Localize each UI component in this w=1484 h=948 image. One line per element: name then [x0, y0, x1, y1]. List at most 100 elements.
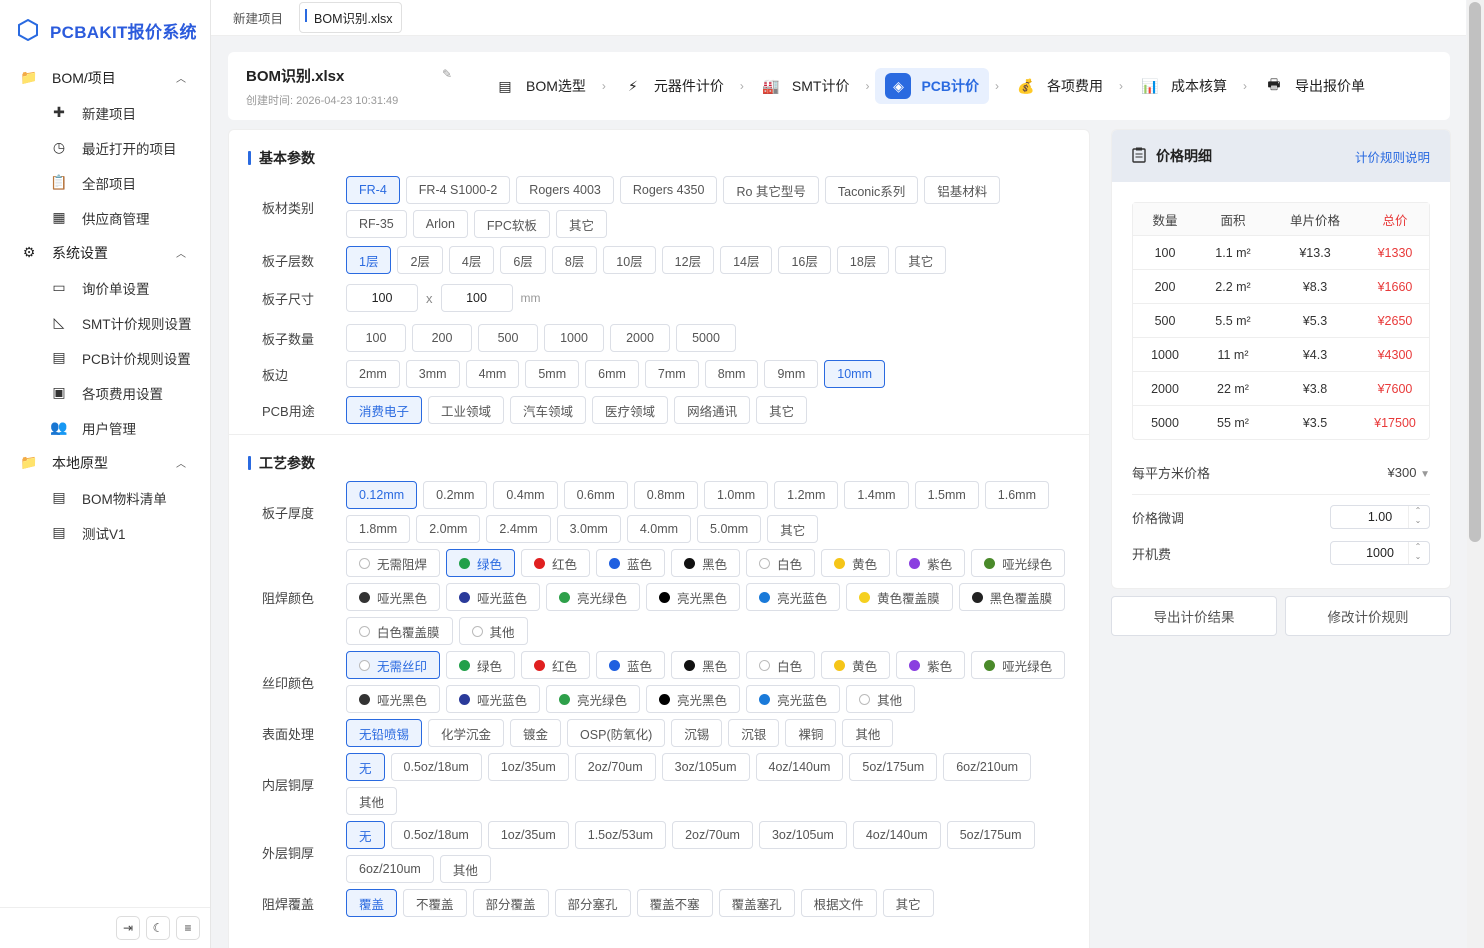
sidebar-item[interactable]: 📋 全部项目: [0, 165, 210, 200]
option-button[interactable]: 0.6mm: [563, 481, 628, 509]
option-button[interactable]: 6oz/210um: [943, 753, 1032, 781]
option-button[interactable]: 7mm: [644, 360, 699, 388]
option-button[interactable]: 部分覆盖: [472, 889, 549, 917]
color-option[interactable]: 哑光黑色: [346, 583, 441, 611]
width-input[interactable]: 100: [346, 284, 418, 312]
option-button[interactable]: 1000: [544, 324, 604, 352]
color-option[interactable]: 蓝色: [596, 651, 666, 679]
tab-bom-file[interactable]: BOM识别.xlsx: [299, 2, 402, 33]
option-button[interactable]: 1.5oz/53um: [574, 821, 667, 849]
color-option[interactable]: 哑光蓝色: [446, 685, 541, 713]
option-button[interactable]: FR-4: [346, 176, 400, 204]
option-button[interactable]: 0.8mm: [633, 481, 698, 509]
moon-icon[interactable]: ☾: [146, 916, 170, 940]
per-sqm-select[interactable]: ¥300 ▼: [1388, 465, 1430, 480]
sidebar-item[interactable]: ◺ SMT计价规则设置: [0, 305, 210, 340]
option-button[interactable]: 无: [346, 753, 385, 781]
option-button[interactable]: 其它: [555, 210, 607, 238]
option-button[interactable]: 6oz/210um: [346, 855, 434, 883]
option-button[interactable]: 3mm: [405, 360, 460, 388]
option-button[interactable]: 2.0mm: [416, 515, 481, 543]
color-option[interactable]: 白色覆盖膜: [346, 617, 453, 645]
sidebar-group[interactable]: ⚙ 系统设置 ︿: [0, 235, 210, 270]
option-button[interactable]: 3.0mm: [556, 515, 621, 543]
option-button[interactable]: 1.5mm: [914, 481, 979, 509]
option-button[interactable]: 4oz/140um: [852, 821, 941, 849]
option-button[interactable]: 500: [478, 324, 538, 352]
option-button[interactable]: 5000: [676, 324, 736, 352]
option-button[interactable]: RF-35: [346, 210, 407, 238]
option-button[interactable]: 0.12mm: [346, 481, 418, 509]
option-button[interactable]: 其他: [346, 787, 398, 815]
color-option[interactable]: 紫色: [896, 549, 966, 577]
color-option[interactable]: 哑光绿色: [971, 651, 1066, 679]
option-button[interactable]: 2mm: [346, 360, 400, 388]
color-option[interactable]: 白色: [746, 549, 816, 577]
option-button[interactable]: 覆盖塞孔: [718, 889, 795, 917]
color-option[interactable]: 亮光蓝色: [746, 685, 841, 713]
color-option[interactable]: 红色: [521, 549, 591, 577]
step-bolt[interactable]: ⚡ 元器件计价: [612, 68, 734, 104]
option-button[interactable]: 5oz/175um: [946, 821, 1035, 849]
option-button[interactable]: Rogers 4350: [619, 176, 718, 204]
option-button[interactable]: 1oz/35um: [487, 753, 569, 781]
color-option[interactable]: 绿色: [446, 549, 516, 577]
option-button[interactable]: 0.5oz/18um: [390, 821, 482, 849]
step-printer[interactable]: 🖶 导出报价单: [1253, 68, 1375, 104]
color-option[interactable]: 亮光黑色: [646, 583, 741, 611]
color-option[interactable]: 亮光绿色: [546, 685, 641, 713]
option-button[interactable]: 部分塞孔: [554, 889, 631, 917]
option-button[interactable]: 12层: [661, 246, 715, 274]
color-option[interactable]: 蓝色: [596, 549, 666, 577]
option-button[interactable]: 其它: [756, 396, 808, 424]
option-button[interactable]: Arlon: [412, 210, 468, 238]
step-chip[interactable]: ◈ PCB计价: [875, 68, 990, 104]
option-button[interactable]: 覆盖不塞: [636, 889, 713, 917]
pricing-rules-link[interactable]: 计价规则说明: [1355, 147, 1430, 166]
option-button[interactable]: 镀金: [510, 719, 562, 747]
option-button[interactable]: 10mm: [824, 360, 885, 388]
app-logo[interactable]: PCBAKIT报价系统: [0, 0, 210, 60]
export-result-button[interactable]: 导出计价结果: [1111, 596, 1277, 636]
option-button[interactable]: 3oz/105um: [758, 821, 847, 849]
sidebar-item[interactable]: ▣ 各项费用设置: [0, 375, 210, 410]
option-button[interactable]: 1.2mm: [774, 481, 839, 509]
option-button[interactable]: Taconic系列: [824, 176, 919, 204]
step-doc[interactable]: ▤ BOM选型: [484, 68, 596, 104]
option-button[interactable]: 铝基材料: [924, 176, 1001, 204]
option-button[interactable]: 1层: [346, 246, 392, 274]
step-moneybag[interactable]: 💰 各项费用: [1005, 68, 1113, 104]
step-chart[interactable]: 📊 成本核算: [1129, 68, 1237, 104]
color-option[interactable]: 无需阻焊: [346, 549, 441, 577]
color-option[interactable]: 其他: [458, 617, 528, 645]
option-button[interactable]: 3oz/105um: [661, 753, 750, 781]
option-button[interactable]: 1.0mm: [703, 481, 769, 509]
option-button[interactable]: 1.6mm: [984, 481, 1049, 509]
option-button[interactable]: 2oz/70um: [574, 753, 656, 781]
color-option[interactable]: 哑光绿色: [971, 549, 1066, 577]
option-button[interactable]: 14层: [720, 246, 773, 274]
option-button[interactable]: 5oz/175um: [849, 753, 938, 781]
color-option[interactable]: 黑色: [671, 549, 741, 577]
option-button[interactable]: 无铅喷锡: [346, 719, 423, 747]
color-option[interactable]: 哑光蓝色: [446, 583, 541, 611]
color-option[interactable]: 绿色: [446, 651, 516, 679]
option-button[interactable]: 5mm: [525, 360, 580, 388]
color-option[interactable]: 黑色覆盖膜: [958, 583, 1066, 611]
logout-icon[interactable]: ⇥: [116, 916, 140, 940]
color-option[interactable]: 亮光绿色: [546, 583, 641, 611]
scrollbar-thumb[interactable]: [1469, 2, 1481, 542]
setup-fee-stepper[interactable]: 1000: [1330, 541, 1430, 565]
option-button[interactable]: 4oz/140um: [755, 753, 844, 781]
option-button[interactable]: 1.8mm: [346, 515, 411, 543]
option-button[interactable]: 18层: [836, 246, 890, 274]
option-button[interactable]: 不覆盖: [403, 889, 467, 917]
option-button[interactable]: 0.2mm: [423, 481, 488, 509]
color-option[interactable]: 红色: [521, 651, 591, 679]
option-button[interactable]: 其它: [895, 246, 947, 274]
option-button[interactable]: 工业领域: [428, 396, 505, 424]
option-button[interactable]: 化学沉金: [428, 719, 505, 747]
color-option[interactable]: 紫色: [896, 651, 966, 679]
color-option[interactable]: 亮光蓝色: [746, 583, 841, 611]
color-option[interactable]: 其他: [846, 685, 916, 713]
